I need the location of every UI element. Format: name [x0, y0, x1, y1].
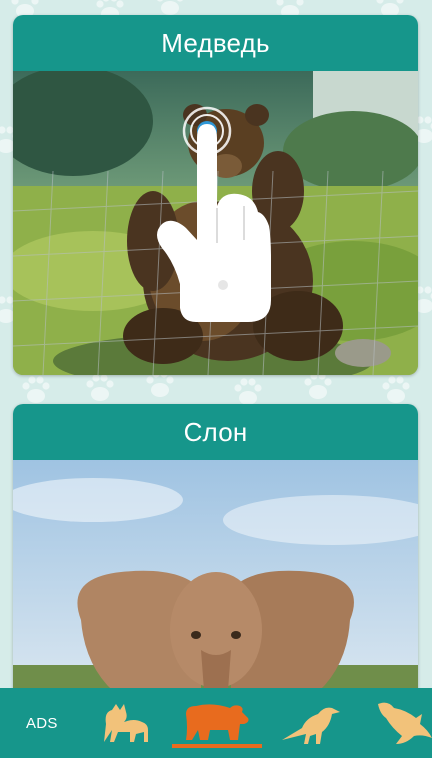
ads-button[interactable]: ADS: [26, 715, 58, 732]
cat-icon[interactable]: [98, 702, 152, 744]
nav-active-indicator: [172, 744, 262, 748]
animal-card-elephant[interactable]: Слон: [13, 404, 418, 704]
elephant-photo[interactable]: [13, 460, 418, 704]
bear-icon[interactable]: [182, 700, 252, 744]
card-title-bear: Медведь: [13, 15, 418, 71]
card-title-elephant: Слон: [13, 404, 418, 460]
tap-hand-icon: [157, 106, 271, 322]
dolphin-icon[interactable]: [372, 698, 432, 748]
bottom-navigation-bar: ADS: [0, 688, 432, 758]
bird-icon[interactable]: [280, 700, 344, 746]
